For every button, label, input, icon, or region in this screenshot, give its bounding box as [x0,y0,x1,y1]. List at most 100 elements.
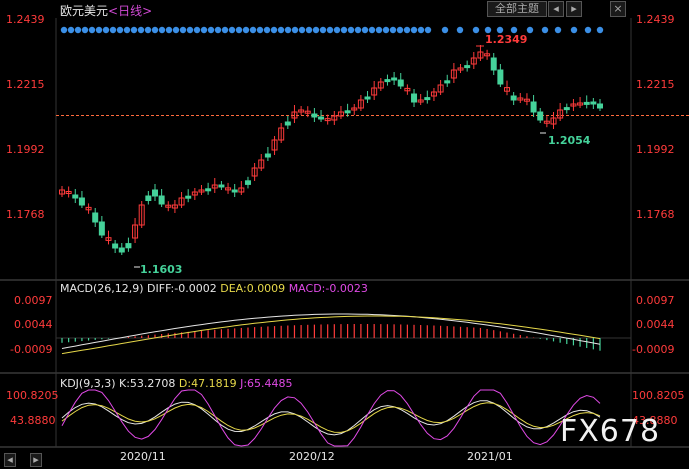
signal-dot [382,26,390,34]
candle-body [397,79,404,87]
scroll-left-button[interactable]: ◂ [4,453,16,467]
macd-dea-value: DEA:0.0009 [220,282,286,295]
high-annotation: 1.2349 [485,33,528,46]
signal-dot [554,26,562,34]
price-tick-right: 1.1768 [636,208,675,221]
signal-dot [207,26,215,34]
candle-body [364,96,371,100]
signal-dot [158,26,166,34]
kdj-tick-right: 100.8205 [632,389,685,402]
candle-body [218,184,225,188]
signal-dot [312,26,320,34]
candle-body [411,93,418,103]
kdj-legend: KDJ(9,3,3) K:53.2708 D:47.1819 J:65.4485 [60,377,293,390]
candle-body [92,212,99,223]
macd-tick-left: 0.0097 [14,294,53,307]
candle-body [318,116,325,120]
signal-dot [60,26,68,34]
signal-dot [123,26,131,34]
kdj-tick-left: 43.8880 [10,414,56,427]
signal-dot [456,26,464,34]
candlestick-series [59,45,603,255]
signal-dot [340,26,348,34]
kdj-title: KDJ(9,3,3) [60,377,116,390]
signal-dot [214,26,222,34]
signal-dot [368,26,376,34]
candle-body [284,121,291,126]
kdj-k-value: K:53.2708 [119,377,176,390]
signal-dot [249,26,257,34]
top-bar: 欧元美元<日线> 全部主题 ◂ ▸ × [0,0,689,18]
candle-body [311,113,318,118]
prev-button[interactable]: ◂ [548,1,564,17]
signal-dot [270,26,278,34]
signal-dot [298,26,306,34]
candle-body [444,80,451,84]
candle-body [112,243,119,249]
candle-body [118,247,125,253]
signal-dot [596,26,604,34]
candle-body [72,194,79,199]
time-tick: 2020/12 [289,450,335,463]
macd-histogram [61,324,601,351]
price-tick-right: 1.2439 [636,13,675,26]
price-tick-right: 1.1992 [636,143,675,156]
signal-dot [221,26,229,34]
next-button[interactable]: ▸ [566,1,582,17]
candle-body [244,180,251,185]
candle-body [464,65,471,69]
signal-dot [305,26,313,34]
signal-dot [284,26,292,34]
candle-body [185,195,192,199]
signal-dot [263,26,271,34]
signal-dot [74,26,82,34]
macd-diff-line [61,313,601,349]
candle-body [158,195,165,205]
timeframe-label[interactable]: <日线> [108,4,152,18]
theme-button[interactable]: 全部主题 [487,1,547,17]
signal-dot [193,26,201,34]
signal-dot [354,26,362,34]
candle-body [384,79,391,83]
instrument-name: 欧元美元 [60,4,109,18]
macd-tick-right: 0.0097 [636,294,675,307]
signal-dot [235,26,243,34]
candle-body [231,189,238,193]
kdj-d-line [61,402,601,433]
signal-dot [361,26,369,34]
macd-tick-right: 0.0044 [636,318,675,331]
time-tick: 2021/01 [467,450,513,463]
candle-body [510,95,517,101]
candle-body [583,101,590,105]
candle-body [424,97,431,101]
signal-dot [291,26,299,34]
price-tick-left: 1.1768 [6,208,45,221]
signal-dot [417,26,425,34]
scroll-right-button[interactable]: ▸ [30,453,42,467]
signal-dot [441,26,449,34]
macd-tick-right: -0.0009 [632,343,675,356]
signal-dot [347,26,355,34]
kdj-d-value: D:47.1819 [178,377,237,390]
chart-canvas[interactable] [0,0,689,469]
signal-dot [109,26,117,34]
signal-dot [389,26,397,34]
candle-body [597,103,603,109]
signal-dot [403,26,411,34]
signal-dot [333,26,341,34]
candle-body [205,188,212,192]
signal-dot [326,26,334,34]
close-button[interactable]: × [610,1,626,17]
signal-dot [570,26,578,34]
signal-dot [277,26,285,34]
macd-tick-left: 0.0044 [14,318,53,331]
signal-dot [375,26,383,34]
price-tick-left: 1.1992 [6,143,45,156]
macd-legend: MACD(26,12,9) DIFF:-0.0002 DEA:0.0009 MA… [60,282,368,295]
recent-low-annotation: 1.2054 [548,134,591,147]
signal-dot [137,26,145,34]
candle-body [490,57,497,71]
candle-body [98,221,105,236]
watermark: FX678 [560,414,661,449]
candle-body [497,69,504,85]
